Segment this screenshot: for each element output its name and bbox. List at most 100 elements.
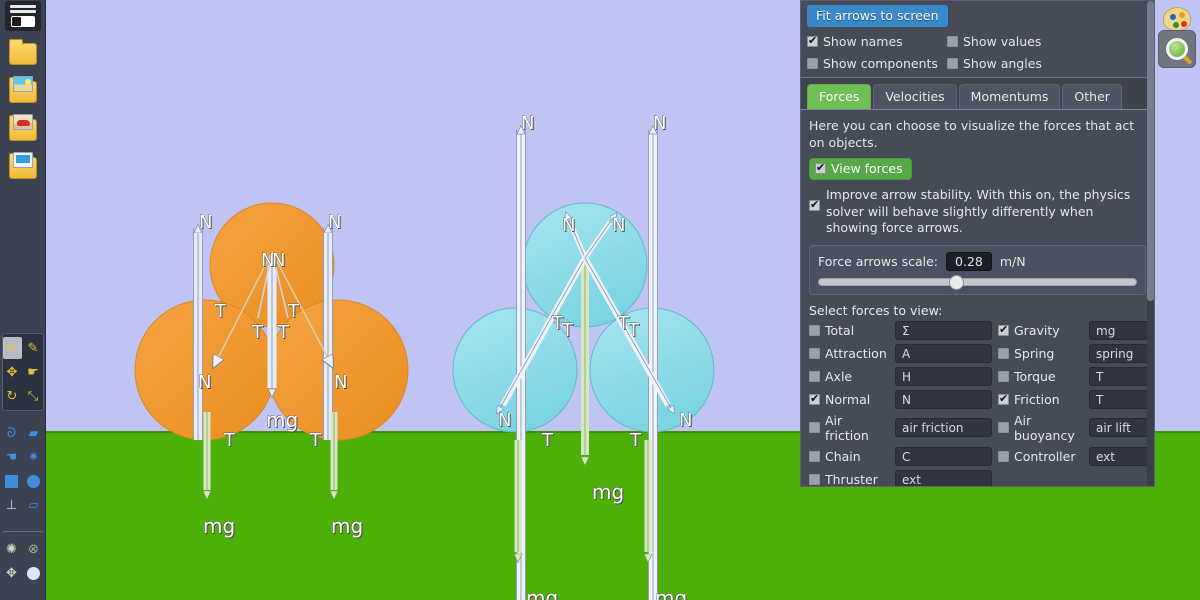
checkbox-box[interactable] bbox=[809, 450, 820, 462]
checkbox-box[interactable] bbox=[807, 34, 818, 47]
checkbox-box[interactable] bbox=[998, 450, 1009, 462]
pencil-icon[interactable]: ✎ bbox=[24, 337, 43, 359]
box-icon[interactable] bbox=[2, 470, 21, 492]
force-symbol-input[interactable]: ext bbox=[1089, 446, 1154, 466]
particles-icon[interactable]: ✺ bbox=[2, 538, 21, 560]
checkbox-box[interactable] bbox=[807, 58, 818, 69]
force-checkbox-controller[interactable]: Controller bbox=[998, 449, 1083, 464]
checkbox-show-names[interactable]: Show names bbox=[807, 34, 947, 49]
checkbox-box[interactable] bbox=[998, 323, 1009, 336]
force-checkbox-attraction[interactable]: Attraction bbox=[809, 346, 889, 361]
checkbox-box[interactable] bbox=[815, 161, 826, 174]
panel-scrollbar-thumb[interactable] bbox=[1147, 1, 1154, 301]
checkbox-show-values[interactable]: Show values bbox=[947, 34, 1087, 49]
panel-description: Here you can choose to visualize the for… bbox=[809, 118, 1135, 150]
pencil-highlight-icon[interactable]: ✏ bbox=[2, 337, 22, 359]
force-symbol-input[interactable]: T bbox=[1089, 366, 1154, 386]
forces-panel[interactable]: Fit arrows to screen Show names Show val… bbox=[800, 0, 1155, 487]
scale-slider-knob[interactable] bbox=[948, 274, 964, 290]
scale-value-input[interactable]: 0.28 bbox=[946, 251, 992, 271]
force-selection-grid[interactable]: Total Σ Gravity mg Attraction A Spring spring Ax… bbox=[809, 320, 1154, 486]
force-symbol-input[interactable]: H bbox=[895, 366, 992, 386]
force-checkbox-friction[interactable]: Friction bbox=[998, 392, 1083, 407]
left-toolbar[interactable]: ✏ ✎ ✥ ☛ ↻ ⤡ ᘐ ▰ ☚ ✷ ⊥ ▱ ✺ ⊗ ✥ bbox=[0, 0, 46, 600]
force-symbol-input[interactable]: T bbox=[1089, 389, 1154, 409]
checkbox-box[interactable] bbox=[998, 392, 1009, 405]
force-symbol-input[interactable]: spring bbox=[1089, 343, 1154, 363]
force-symbol-input[interactable]: Σ bbox=[895, 320, 992, 340]
folder-scene-icon[interactable] bbox=[6, 75, 40, 109]
move-icon[interactable]: ✥ bbox=[3, 361, 22, 383]
app-window: N N N N T T T T N Nmg T Tmg mg N N N N T T T T N N T Tmg mg mg ✏ ✎… bbox=[0, 0, 1200, 600]
plank-icon[interactable]: ▰ bbox=[24, 422, 43, 444]
tab-velocities[interactable]: Velocities bbox=[873, 84, 957, 109]
tab-momentums[interactable]: Momentums bbox=[958, 84, 1061, 109]
tool-group-effects[interactable]: ✺ ⊗ ✥ bbox=[1, 531, 44, 587]
checkbox-box[interactable] bbox=[809, 370, 820, 382]
hand-icon[interactable]: ☛ bbox=[24, 361, 43, 383]
force-symbol-input[interactable]: air lift bbox=[1089, 418, 1154, 438]
tool-group-objects[interactable]: ᘐ ▰ ☚ ✷ ⊥ ▱ bbox=[2, 419, 44, 519]
checkbox-box[interactable] bbox=[947, 58, 958, 69]
hamburger-menu-icon[interactable] bbox=[4, 1, 41, 31]
checkbox-show-angles[interactable]: Show angles bbox=[947, 56, 1087, 71]
force-checkbox-spring[interactable]: Spring bbox=[998, 346, 1083, 361]
checkbox-box[interactable] bbox=[809, 422, 820, 434]
folder-screens-icon[interactable] bbox=[6, 151, 40, 185]
view-forces-toggle[interactable]: View forces bbox=[809, 158, 912, 180]
force-name: Axle bbox=[825, 368, 853, 384]
force-checkbox-gravity[interactable]: Gravity bbox=[998, 323, 1083, 338]
circle-icon[interactable] bbox=[24, 470, 43, 492]
checkbox-box[interactable] bbox=[809, 198, 820, 211]
gear-icon[interactable]: ✷ bbox=[24, 446, 43, 468]
checkbox-box[interactable] bbox=[809, 347, 820, 359]
force-checkbox-thruster[interactable]: Thruster bbox=[809, 472, 889, 486]
tab-other[interactable]: Other bbox=[1062, 84, 1122, 109]
checkbox-box[interactable] bbox=[998, 422, 1009, 434]
magnifier-icon[interactable] bbox=[1158, 30, 1196, 68]
panel-scrollbar[interactable] bbox=[1147, 1, 1154, 486]
force-checkbox-chain[interactable]: Chain bbox=[809, 449, 889, 464]
arrow-stability-option[interactable]: Improve arrow stability. With this on, t… bbox=[809, 187, 1146, 237]
force-symbol-input[interactable]: N bbox=[895, 389, 992, 409]
rod-icon[interactable]: ▱ bbox=[24, 494, 43, 516]
force-checkbox-normal[interactable]: Normal bbox=[809, 392, 889, 407]
resize-arrow-icon[interactable]: ⤡ bbox=[24, 385, 43, 407]
anchor-icon[interactable]: ⊥ bbox=[2, 494, 21, 516]
thruster-icon[interactable]: ☚ bbox=[2, 446, 21, 468]
checkbox-box[interactable] bbox=[809, 392, 820, 405]
force-symbol-input[interactable]: air friction bbox=[895, 418, 992, 438]
panel-header: Fit arrows to screen Show names Show val… bbox=[801, 1, 1154, 78]
checkbox-show-components[interactable]: Show components bbox=[807, 56, 947, 71]
checkbox-box[interactable] bbox=[947, 36, 958, 47]
force-symbol-input[interactable]: A bbox=[895, 343, 992, 363]
force-arrows-scale-block[interactable]: Force arrows scale: 0.28 m/N bbox=[809, 244, 1146, 295]
checkbox-box[interactable] bbox=[809, 473, 820, 485]
scale-slider[interactable] bbox=[818, 274, 1137, 290]
panel-tabs[interactable]: Forces Velocities Momentums Other bbox=[801, 78, 1154, 110]
folder-vehicles-icon[interactable] bbox=[6, 113, 40, 147]
target-icon[interactable]: ⊗ bbox=[24, 538, 43, 560]
tab-forces[interactable]: Forces bbox=[807, 84, 872, 109]
force-name: Friction bbox=[1014, 391, 1060, 407]
checkbox-box[interactable] bbox=[998, 370, 1009, 382]
scale-label: Force arrows scale: bbox=[818, 253, 939, 269]
force-checkbox-torque[interactable]: Torque bbox=[998, 369, 1083, 384]
force-name: Normal bbox=[825, 391, 871, 407]
force-checkbox-air-friction[interactable]: Air friction bbox=[809, 413, 889, 443]
tool-group-transform[interactable]: ✏ ✎ ✥ ☛ ↻ ⤡ bbox=[1, 333, 44, 411]
rotate-icon[interactable]: ↻ bbox=[3, 385, 22, 407]
force-symbol-input[interactable]: mg bbox=[1089, 320, 1154, 340]
ball-icon[interactable] bbox=[24, 562, 43, 584]
folder-icon[interactable] bbox=[6, 37, 40, 71]
plus-icon[interactable]: ✥ bbox=[2, 562, 21, 584]
checkbox-box[interactable] bbox=[998, 347, 1009, 359]
spring-icon[interactable]: ᘐ bbox=[2, 422, 21, 444]
force-symbol-input[interactable]: C bbox=[895, 446, 992, 466]
force-symbol-input[interactable]: ext bbox=[895, 469, 992, 486]
force-checkbox-total[interactable]: Total bbox=[809, 323, 889, 338]
force-checkbox-air-buoyancy[interactable]: Air buoyancy bbox=[998, 413, 1083, 443]
fit-arrows-button[interactable]: Fit arrows to screen bbox=[807, 5, 948, 27]
checkbox-box[interactable] bbox=[809, 324, 820, 336]
force-checkbox-axle[interactable]: Axle bbox=[809, 369, 889, 384]
